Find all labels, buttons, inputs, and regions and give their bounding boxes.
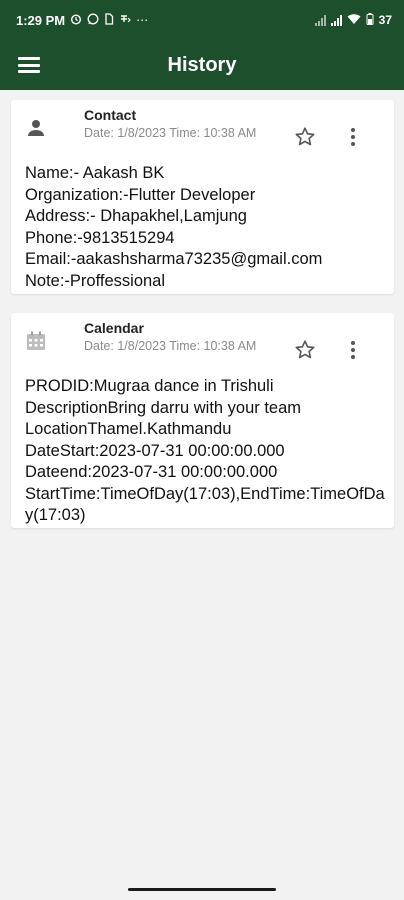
status-time: 1:29 PM <box>16 12 66 28</box>
more-options-icon[interactable] <box>346 338 360 362</box>
favorite-star-icon[interactable] <box>293 338 317 362</box>
more-options-icon[interactable] <box>346 125 360 149</box>
content-line: Name:- Aakash BK <box>25 164 165 182</box>
signal-icon <box>314 14 326 26</box>
gesture-nav-handle[interactable] <box>128 888 276 891</box>
history-item-content: PRODID:Mugraa dance in Trishuli Descript… <box>25 376 387 527</box>
favorite-star-icon[interactable] <box>293 125 317 149</box>
network-icon <box>119 13 131 27</box>
content-line: Dateend:2023-07-31 00:00:00.000 <box>25 463 278 481</box>
content-line: Organization:-Flutter Developer <box>25 185 256 204</box>
person-icon <box>24 116 48 140</box>
content-line: Phone:-9813515294 <box>25 228 175 247</box>
hamburger-menu-icon[interactable] <box>16 54 42 76</box>
battery-icon <box>366 12 374 28</box>
history-item-calendar[interactable]: Calendar Date: 1/8/2023 Time: 10:38 AM P… <box>11 313 394 528</box>
history-item-content: Name:- Aakash BK Organization:-Flutter D… <box>25 163 387 292</box>
status-bar: 1:29 PM ⋯ 37 <box>0 0 404 40</box>
content-line: PRODID:Mugraa dance in Trishuli <box>25 377 274 395</box>
page-title: History <box>167 53 237 76</box>
whatsapp-icon <box>87 13 99 27</box>
signal-icon-2 <box>330 14 342 26</box>
content-line: DateStart:2023-07-31 00:00:00.000 <box>25 441 285 460</box>
history-item-title: Calendar <box>84 320 144 336</box>
wifi-icon <box>347 13 361 28</box>
content-line: DescriptionBring darru with your team <box>25 398 302 417</box>
history-item-date: Date: 1/8/2023 Time: 10:38 AM <box>84 126 257 140</box>
status-left: 1:29 PM ⋯ <box>16 13 148 28</box>
content-line: LocationThamel.Kathmandu <box>25 420 232 438</box>
content-line: Note:-Proffessional <box>25 271 166 290</box>
history-item-date: Date: 1/8/2023 Time: 10:38 AM <box>84 339 257 353</box>
content-line: StartTime:TimeOfDay(17:03),EndTime:TimeO… <box>25 484 385 525</box>
more-notifications-icon: ⋯ <box>136 13 149 27</box>
calendar-icon <box>24 329 48 353</box>
alarm-icon <box>70 13 82 27</box>
app-bar: History <box>0 40 404 90</box>
history-item-title: Contact <box>84 107 137 123</box>
status-right: 37 <box>314 12 392 28</box>
battery-level: 37 <box>378 13 392 27</box>
content-line: Email:-aakashsharma73235@gmail.com <box>25 250 323 268</box>
history-item-contact[interactable]: Contact Date: 1/8/2023 Time: 10:38 AM Na… <box>11 100 394 294</box>
content-line: Address:- Dhapakhel,Lamjung <box>25 207 247 225</box>
sim-icon <box>104 13 114 27</box>
